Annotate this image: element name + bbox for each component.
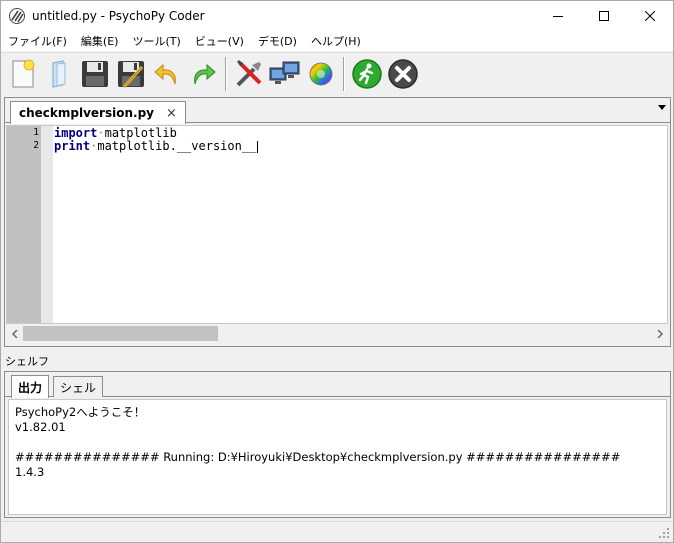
- open-file-icon: [52, 59, 66, 88]
- tab-list-dropdown-icon[interactable]: [658, 105, 666, 110]
- code-line: print·matplotlib.__version__: [54, 139, 259, 153]
- resize-grip-icon[interactable]: [659, 528, 670, 539]
- code-keyword: print: [54, 139, 91, 153]
- color-picker-button[interactable]: [303, 56, 339, 92]
- line-number-gutter: 1 2: [7, 126, 41, 323]
- output-line: v1.82.01: [15, 420, 66, 434]
- redo-icon: [194, 63, 216, 84]
- menu-tools[interactable]: ツール(T): [125, 33, 187, 49]
- psychopy-app-icon: [9, 8, 25, 24]
- tab-shell[interactable]: シェル: [53, 376, 104, 397]
- menu-bar: ファイル(F) 編集(E) ツール(T) ビュー(V) デモ(D) ヘルプ(H): [1, 31, 673, 51]
- tab-output[interactable]: 出力: [11, 375, 50, 398]
- save-icon: [82, 60, 108, 87]
- open-file-button[interactable]: [41, 56, 77, 92]
- toolbar-separator: [343, 56, 345, 91]
- maximize-button[interactable]: [581, 1, 627, 31]
- window-controls: [535, 1, 673, 31]
- preferences-button[interactable]: [231, 56, 267, 92]
- tab-checkmplversion[interactable]: checkmplversion.py ×: [10, 101, 186, 124]
- preferences-icon: [236, 59, 262, 86]
- menu-view[interactable]: ビュー(V): [188, 33, 251, 49]
- line-number: 2: [33, 140, 39, 151]
- color-picker-icon: [309, 62, 333, 85]
- scroll-right-icon[interactable]: [651, 325, 668, 342]
- stop-button[interactable]: [385, 56, 421, 92]
- menu-file[interactable]: ファイル(F): [1, 33, 74, 49]
- save-as-button[interactable]: [113, 56, 149, 92]
- stop-icon: [388, 58, 418, 89]
- fold-margin: [41, 126, 53, 323]
- save-as-icon: [118, 60, 144, 88]
- tab-close-icon[interactable]: ×: [166, 106, 177, 121]
- code-rest: matplotlib.__version__: [97, 139, 257, 153]
- title-bar: untitled.py - PsychoPy Coder: [1, 1, 673, 31]
- code-rest: matplotlib: [104, 126, 177, 140]
- toolbar-separator: [225, 56, 227, 91]
- code-editor[interactable]: 1 2 import·matplotlib print·matplotlib._…: [6, 125, 668, 324]
- run-button[interactable]: [349, 56, 385, 92]
- app-window: untitled.py - PsychoPy Coder ファイル(F) 編集(…: [0, 0, 674, 543]
- redo-button[interactable]: [185, 56, 221, 92]
- scroll-track[interactable]: [23, 325, 651, 342]
- window-title: untitled.py - PsychoPy Coder: [32, 9, 205, 23]
- undo-icon: [154, 63, 176, 84]
- scroll-thumb[interactable]: [23, 326, 218, 341]
- code-text: import·matplotlib print·matplotlib.__ver…: [54, 126, 259, 153]
- minimize-icon: [553, 16, 563, 17]
- scroll-left-icon[interactable]: [6, 325, 23, 342]
- monitor-center-icon: [269, 61, 300, 84]
- new-file-icon: [12, 59, 35, 87]
- text-caret: [257, 140, 259, 153]
- code-keyword: import: [54, 126, 98, 140]
- horizontal-scrollbar[interactable]: [6, 325, 668, 342]
- shelf-tab-strip: 出力 シェル: [5, 372, 670, 398]
- run-icon: [352, 58, 382, 89]
- toolbar: [1, 52, 673, 94]
- output-panel[interactable]: PsychoPy2へようこそ！ v1.82.01 ###############…: [8, 399, 667, 515]
- editor-tab-strip: checkmplversion.py ×: [5, 98, 670, 124]
- new-file-button[interactable]: [5, 56, 41, 92]
- menu-help[interactable]: ヘルプ(H): [304, 33, 368, 49]
- save-button[interactable]: [77, 56, 113, 92]
- output-line: 1.4.3: [15, 465, 45, 479]
- close-window-button[interactable]: [627, 1, 673, 31]
- shelf-title: シェルフ: [5, 355, 49, 368]
- minimize-button[interactable]: [535, 1, 581, 31]
- menu-demos[interactable]: デモ(D): [251, 33, 304, 49]
- splitter-sash[interactable]: [1, 348, 673, 352]
- maximize-icon: [599, 11, 609, 21]
- status-bar: [1, 521, 673, 542]
- output-line: PsychoPy2へようこそ！: [15, 405, 146, 419]
- close-icon: [645, 11, 655, 21]
- undo-button[interactable]: [149, 56, 185, 92]
- editor-notebook: checkmplversion.py × 1 2 import·matplotl…: [4, 97, 671, 347]
- menu-edit[interactable]: 編集(E): [74, 33, 126, 49]
- line-number: 1: [33, 127, 39, 138]
- monitor-center-button[interactable]: [267, 56, 303, 92]
- output-line: ############### Running: D:¥Hiroyuki¥Des…: [15, 450, 621, 464]
- editor-tab-label: checkmplversion.py: [19, 106, 154, 120]
- shelf-notebook: 出力 シェル PsychoPy2へようこそ！ v1.82.01 ########…: [4, 371, 671, 518]
